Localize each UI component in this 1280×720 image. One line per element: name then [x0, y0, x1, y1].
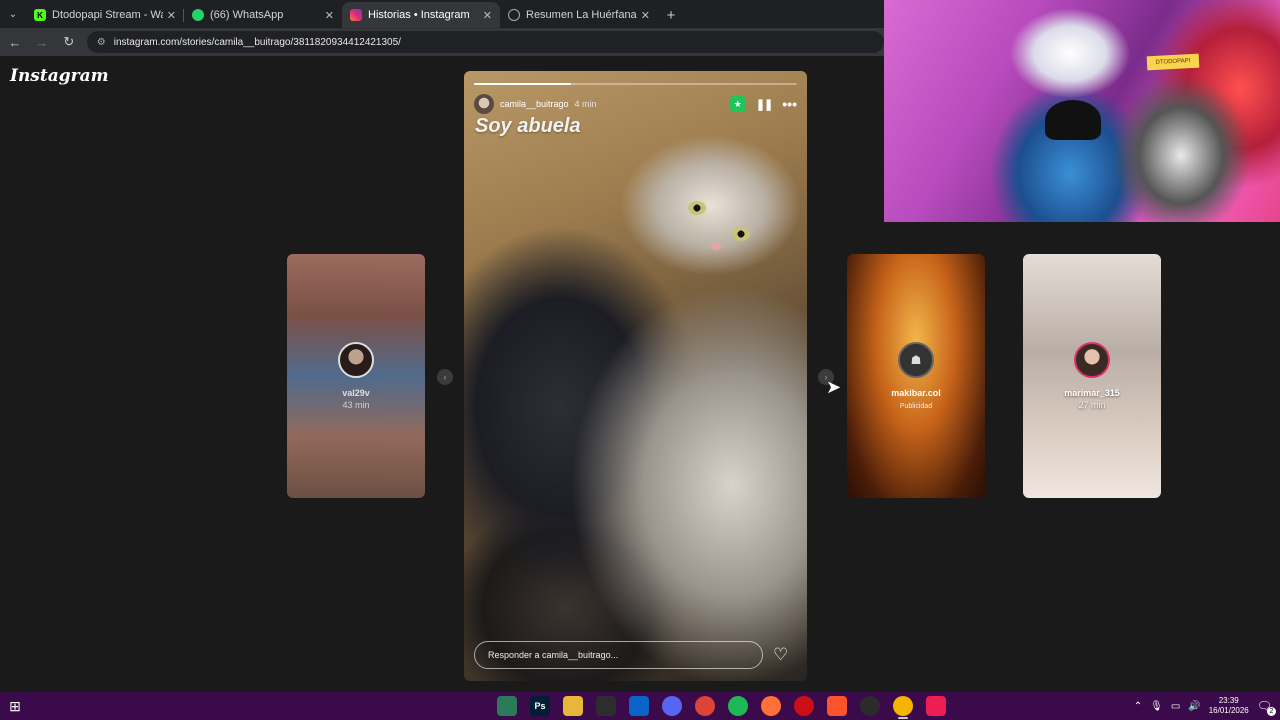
site-info-icon[interactable]: ⚙ [97, 37, 106, 48]
brave-app-icon[interactable] [827, 696, 847, 716]
story-controls: ★ ❚❚ ••• [729, 96, 797, 112]
story-preview-val29v[interactable]: val29v 43 min [287, 254, 425, 498]
tab-title: Resumen La Huérfana [526, 9, 637, 21]
mouse-cursor-icon: ➤ [826, 377, 842, 397]
obs-app-icon[interactable] [860, 696, 880, 716]
tab-instagram[interactable]: Historias • Instagram ✕ [342, 2, 500, 28]
kick-icon: K [34, 9, 46, 21]
url-text: instagram.com/stories/camila__buitrago/3… [113, 36, 401, 48]
story-time: 4 min [574, 99, 597, 109]
windows-start-icon[interactable]: ⊞ [0, 692, 30, 720]
back-arrow-icon[interactable]: ← [3, 30, 27, 54]
story-progress-fill [474, 83, 571, 85]
story-caption: Soy abuela [475, 115, 581, 137]
outlook-app-icon[interactable] [629, 696, 649, 716]
tab-search-icon[interactable]: ⌄ [0, 0, 26, 28]
reply-input[interactable]: Responder a camila__buitrago... [474, 641, 763, 669]
close-friends-star-icon: ★ [729, 96, 746, 112]
cat-nose [711, 243, 721, 250]
tab-title: Historias • Instagram [368, 9, 470, 21]
tiktok-app-icon[interactable] [926, 696, 946, 716]
photoshop-app-icon[interactable]: Ps [530, 696, 550, 716]
instagram-logo[interactable]: Instagram [10, 66, 109, 86]
story-preview-marimar[interactable]: marimar_315 27 min [1023, 254, 1161, 498]
avatar: ☗ [898, 342, 934, 378]
opera-app-icon[interactable] [794, 696, 814, 716]
story-username: makibar.col [891, 388, 941, 398]
new-tab-button[interactable]: + [658, 2, 684, 28]
chrome-app-icon[interactable] [695, 696, 715, 716]
discord-app-icon[interactable] [662, 696, 682, 716]
network-icon[interactable]: ▭ [1171, 701, 1180, 712]
story-time: 27 min [1078, 400, 1106, 410]
windows-taskbar: ⊞ Ps ⌃ 🎙 ▭ 🔊 23:39 16/01/2026 🗨 2 [0, 692, 1280, 720]
url-input[interactable]: ⚙ instagram.com/stories/camila__buitrago… [86, 31, 885, 53]
close-tab-icon[interactable]: ✕ [483, 9, 492, 22]
close-tab-icon[interactable]: ✕ [167, 9, 176, 22]
chrome-active-app-icon[interactable] [893, 696, 913, 719]
whatsapp-icon [192, 9, 204, 21]
tab-resumen[interactable]: Resumen La Huérfana ✕ [500, 2, 658, 28]
close-tab-icon[interactable]: ✕ [325, 9, 334, 22]
chevron-up-icon[interactable]: ⌃ [1134, 701, 1142, 712]
web-icon [508, 9, 520, 21]
microphone-icon[interactable]: 🎙 [1150, 701, 1163, 712]
tab-whatsapp[interactable]: (66) WhatsApp ✕ [184, 2, 342, 28]
browser-tab-bar: ⌄ K Dtodopapi Stream - Watch Live ✕ (66)… [0, 0, 884, 28]
close-tab-icon[interactable]: ✕ [641, 9, 650, 22]
forward-arrow-icon[interactable]: → [30, 30, 54, 54]
pause-icon[interactable]: ❚❚ [756, 98, 773, 111]
main-story[interactable]: camila__buitrago 4 min ★ ❚❚ ••• Soy abue… [464, 71, 807, 681]
avatar[interactable] [474, 94, 494, 114]
reload-icon[interactable]: ↻ [57, 30, 81, 54]
notification-count: 2 [1267, 707, 1276, 716]
story-progress-bar [474, 83, 797, 85]
tab-kick[interactable]: K Dtodopapi Stream - Watch Live ✕ [26, 2, 184, 28]
avatar [338, 342, 374, 378]
terminal-app-icon[interactable] [497, 696, 517, 716]
instagram-icon [350, 9, 362, 21]
tab-title: Dtodopapi Stream - Watch Live [52, 9, 163, 21]
story-header: camila__buitrago 4 min ★ ❚❚ ••• [474, 93, 797, 115]
webcam-sign: DTODOPAPI [1146, 53, 1200, 71]
clock-time: 23:39 [1218, 696, 1239, 705]
more-options-icon[interactable]: ••• [782, 96, 797, 112]
taskbar-apps: Ps [497, 696, 946, 719]
cat-eye-left [688, 201, 706, 215]
address-bar: ← → ↻ ⚙ instagram.com/stories/camila__bu… [0, 28, 885, 56]
sponsored-label: Publicidad [899, 403, 933, 410]
cat-eye-right [732, 227, 750, 241]
clock[interactable]: 23:39 16/01/2026 [1209, 696, 1249, 716]
system-tray: ⌃ 🎙 ▭ 🔊 23:39 16/01/2026 🗨 2 [1134, 692, 1280, 720]
story-time: 43 min [342, 400, 370, 410]
store-app-icon[interactable] [596, 696, 616, 716]
volume-icon[interactable]: 🔊 [1188, 701, 1200, 712]
story-username: val29v [342, 388, 370, 398]
tab-title: (66) WhatsApp [210, 9, 284, 21]
firefox-app-icon[interactable] [761, 696, 781, 716]
previous-story-icon[interactable]: ‹ [437, 369, 453, 385]
story-username[interactable]: camila__buitrago [500, 99, 569, 109]
file-explorer-app-icon[interactable] [563, 696, 583, 716]
streamer-cap [1045, 100, 1101, 140]
spotify-app-icon[interactable] [728, 696, 748, 716]
webcam-overlay: DTODOPAPI [884, 0, 1280, 222]
notification-icon[interactable]: 🗨 2 [1257, 699, 1276, 716]
avatar [1074, 342, 1110, 378]
clock-date: 16/01/2026 [1208, 706, 1249, 715]
story-preview-makibar[interactable]: ☗ makibar.col Publicidad [847, 254, 985, 498]
reply-placeholder: Responder a camila__buitrago... [488, 650, 619, 660]
story-username: marimar_315 [1064, 388, 1120, 398]
heart-icon[interactable]: ♡ [773, 645, 788, 665]
